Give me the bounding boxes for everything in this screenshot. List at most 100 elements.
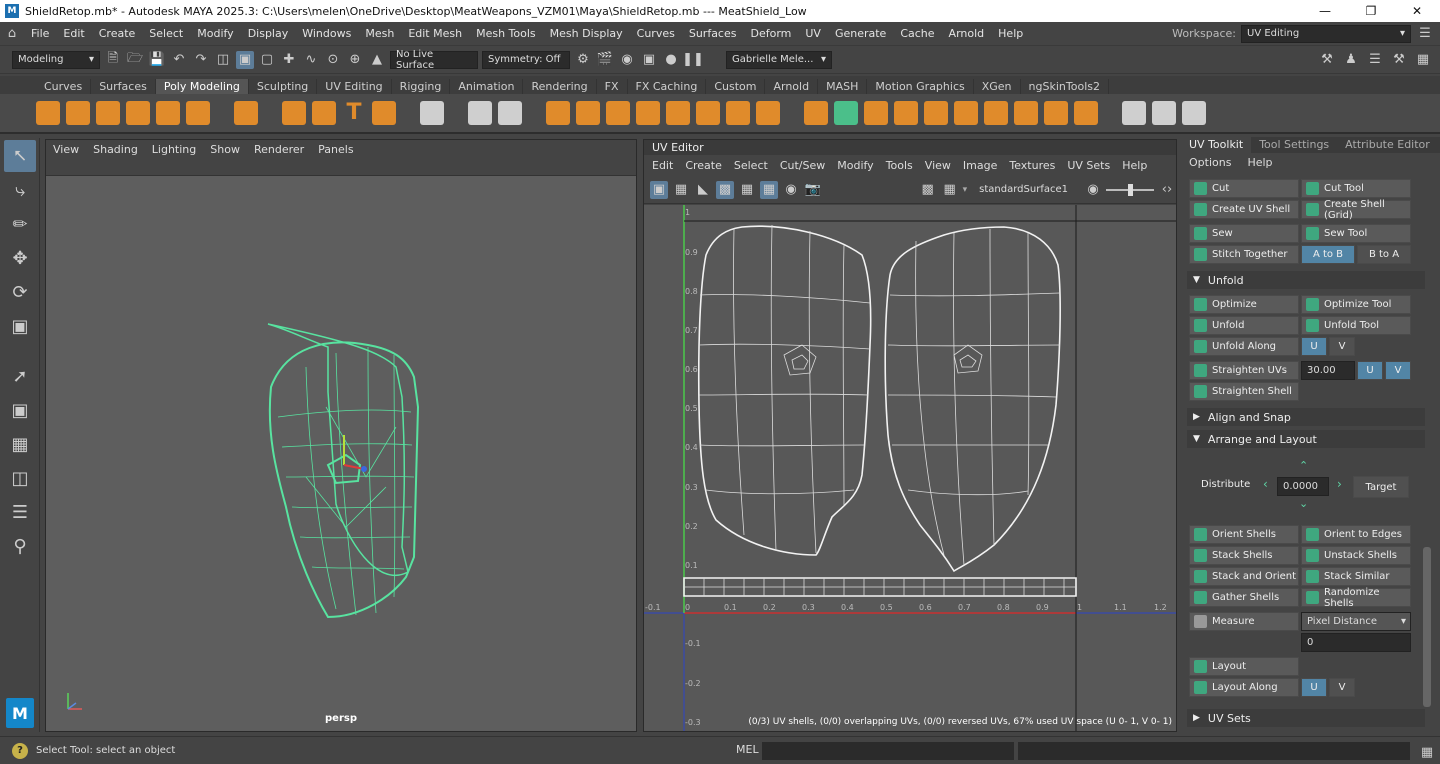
snap-curve-icon[interactable]: ∿ <box>302 51 320 69</box>
uv-menu-cut-sew[interactable]: Cut/Sew <box>774 159 831 172</box>
viewport-menu-panels[interactable]: Panels <box>311 143 360 156</box>
menu-select[interactable]: Select <box>142 27 190 40</box>
multi-cut-icon[interactable] <box>1014 101 1038 125</box>
extract-icon[interactable] <box>606 101 630 125</box>
save-scene-icon[interactable]: 💾 <box>148 51 166 69</box>
measure-tool-icon[interactable] <box>468 101 492 125</box>
gather-shells-button[interactable]: Gather Shells <box>1189 588 1299 607</box>
user-account-select[interactable]: Gabrielle Mele... ▾ <box>726 50 832 69</box>
sew-tool-button[interactable]: Sew Tool <box>1301 224 1411 243</box>
distribute-value-field[interactable]: 0.0000 <box>1277 477 1329 496</box>
unfold-along-button[interactable]: Unfold Along <box>1189 337 1299 356</box>
shelf-tab-custom[interactable]: Custom <box>706 79 766 94</box>
separate-icon[interactable] <box>576 101 600 125</box>
stack-similar-button[interactable]: Stack Similar <box>1301 567 1411 586</box>
select-hierarchy-icon[interactable]: ◫ <box>214 51 232 69</box>
straighten-shell-button[interactable]: Straighten Shell <box>1189 382 1299 401</box>
uv-menu-image[interactable]: Image <box>957 159 1003 172</box>
target-weld-icon[interactable] <box>1044 101 1068 125</box>
material-name[interactable]: standardSurface1 <box>979 184 1068 195</box>
mel-label[interactable]: MEL <box>736 743 759 756</box>
select-component-icon[interactable]: ▢ <box>258 51 276 69</box>
shelf-tab-animation[interactable]: Animation <box>450 79 524 94</box>
smooth-icon[interactable] <box>666 101 690 125</box>
toolkit-menu-options[interactable]: Options <box>1181 156 1239 169</box>
viewport-toolbar[interactable] <box>46 158 636 176</box>
measure-button[interactable]: Measure <box>1189 612 1299 631</box>
align-snap-section-header[interactable]: ▶ Align and Snap <box>1187 408 1425 426</box>
straighten-u-button[interactable]: U <box>1357 361 1383 380</box>
unfold-button[interactable]: Unfold <box>1189 316 1299 335</box>
viewport-menu-lighting[interactable]: Lighting <box>145 143 203 156</box>
sculpt-icon[interactable] <box>1122 101 1146 125</box>
chevron-down-icon[interactable]: ▾ <box>963 185 968 195</box>
shelf-tab-mash[interactable]: MASH <box>818 79 868 94</box>
paint-select-tool-icon[interactable]: ✏ <box>4 208 36 240</box>
menu-windows[interactable]: Windows <box>295 27 358 40</box>
unstack-shells-button[interactable]: Unstack Shells <box>1301 546 1411 565</box>
channel-box-icon[interactable]: ▦ <box>1414 51 1432 69</box>
shelf-tab-fx-caching[interactable]: FX Caching <box>628 79 707 94</box>
menu-arnold[interactable]: Arnold <box>942 27 992 40</box>
shelf-tab-surfaces[interactable]: Surfaces <box>91 79 156 94</box>
two-view-icon[interactable]: ◫ <box>4 462 36 494</box>
workspace-options-icon[interactable]: ☰ <box>1416 25 1434 43</box>
sew-button[interactable]: Sew <box>1189 224 1299 243</box>
mesh-info-icon[interactable] <box>498 101 522 125</box>
mel-command-input[interactable] <box>762 742 1014 760</box>
viewport-menu-shading[interactable]: Shading <box>86 143 145 156</box>
poly-cone-icon[interactable] <box>126 101 150 125</box>
cut-tool-button[interactable]: Cut Tool <box>1301 179 1411 198</box>
layout-along-v-button[interactable]: V <box>1329 678 1355 697</box>
menu-uv[interactable]: UV <box>798 27 828 40</box>
menu-surfaces[interactable]: Surfaces <box>682 27 744 40</box>
platonic-solid-icon[interactable] <box>234 101 258 125</box>
undo-icon[interactable]: ↶ <box>170 51 188 69</box>
straighten-uvs-button[interactable]: Straighten UVs <box>1189 361 1299 380</box>
move-tool-icon[interactable]: ✥ <box>4 242 36 274</box>
create-shell-grid-button[interactable]: Create Shell (Grid) <box>1301 199 1411 221</box>
menu-create[interactable]: Create <box>92 27 143 40</box>
menu-display[interactable]: Display <box>241 27 296 40</box>
combine-icon[interactable] <box>546 101 570 125</box>
unfold-tool-button[interactable]: Unfold Tool <box>1301 316 1411 335</box>
snap-view-icon[interactable]: ⊕ <box>346 51 364 69</box>
insert-edge-loop-icon[interactable] <box>954 101 978 125</box>
uv-display-grid-icon[interactable]: ▦ <box>760 180 778 199</box>
render-view-icon[interactable]: ▣ <box>640 51 658 69</box>
shelf-tab-sculpting[interactable]: Sculpting <box>249 79 318 94</box>
render-settings-icon[interactable]: ⚙ <box>574 51 592 69</box>
snap-surface-icon[interactable]: ▲ <box>368 51 386 69</box>
pause-icon[interactable]: ❚❚ <box>682 51 704 69</box>
attribute-editor-icon[interactable]: ☰ <box>1366 51 1384 69</box>
workspace-select[interactable]: UV Editing ▾ <box>1241 24 1411 43</box>
uv-image-icon[interactable]: ▩ <box>919 181 937 199</box>
restore-icon[interactable]: ❐ <box>1348 4 1394 18</box>
shelf-tab-ngskintools2[interactable]: ngSkinTools2 <box>1021 79 1109 94</box>
menu-mesh-tools[interactable]: Mesh Tools <box>469 27 543 40</box>
shelf-tab-uv-editing[interactable]: UV Editing <box>317 79 392 94</box>
offset-edge-loop-icon[interactable] <box>984 101 1008 125</box>
viewport-menu-show[interactable]: Show <box>203 143 247 156</box>
menu-mesh[interactable]: Mesh <box>358 27 401 40</box>
svg-tool-icon[interactable] <box>372 101 396 125</box>
uv-image-display-icon[interactable]: ◉ <box>782 181 800 199</box>
b-to-a-button[interactable]: B to A <box>1357 245 1411 264</box>
bridge-icon[interactable] <box>834 101 858 125</box>
shelf-tab-rendering[interactable]: Rendering <box>523 79 597 94</box>
minimize-icon[interactable]: — <box>1302 4 1348 18</box>
type-tool-icon[interactable]: T <box>342 101 366 125</box>
uv-texture-borders-icon[interactable]: ▩ <box>716 180 734 199</box>
randomize-shells-button[interactable]: Randomize Shells <box>1301 587 1411 609</box>
menu-curves[interactable]: Curves <box>630 27 682 40</box>
shelf-tab-fx[interactable]: FX <box>597 79 628 94</box>
menu-set-select[interactable]: Modeling ▾ <box>12 50 100 69</box>
distribute-left-icon[interactable]: ‹ <box>1263 477 1268 491</box>
boolean-icon[interactable] <box>636 101 660 125</box>
tool-settings-icon[interactable]: ⚒ <box>1390 51 1408 69</box>
outliner-layout-icon[interactable]: ☰ <box>4 496 36 528</box>
reduce-icon[interactable] <box>696 101 720 125</box>
optimize-button[interactable]: Optimize <box>1189 295 1299 314</box>
search-icon[interactable]: ⚲ <box>4 530 36 562</box>
uv-shell-select-icon[interactable]: ▣ <box>650 180 668 199</box>
